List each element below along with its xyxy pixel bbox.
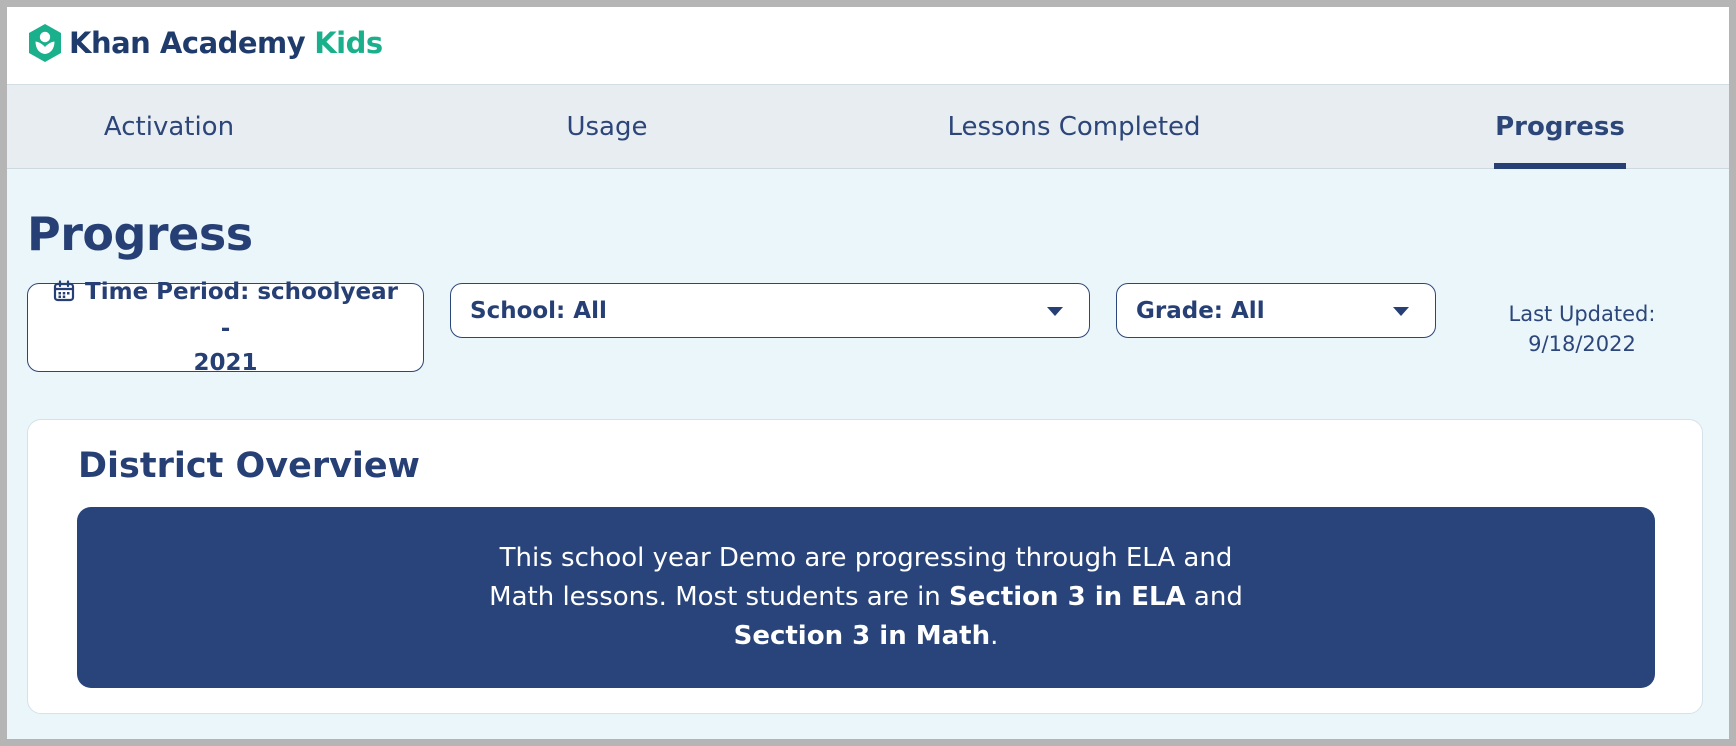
- grade-select-value: Grade: All: [1136, 297, 1265, 324]
- time-period-line1: Time Period: schoolyear -: [85, 279, 398, 342]
- tab-lessons-completed[interactable]: Lessons Completed: [939, 85, 1209, 169]
- time-period-filter[interactable]: Time Period: schoolyear - 2021: [27, 279, 424, 376]
- last-updated-date: 9/18/2022: [1528, 332, 1636, 356]
- time-period-label: Time Period: schoolyear - 2021: [48, 275, 403, 380]
- grade-select[interactable]: Grade: All: [1116, 283, 1436, 338]
- overview-summary-banner: This school year Demo are progressing th…: [77, 507, 1655, 688]
- report-tabs: Activation Usage Lessons Completed Progr…: [7, 85, 1729, 169]
- district-overview-card: District Overview This school year Demo …: [27, 419, 1703, 714]
- tab-progress[interactable]: Progress: [1494, 85, 1626, 169]
- calendar-icon: [53, 278, 75, 312]
- tab-usage-label: Usage: [566, 112, 648, 142]
- summary-text-part2: and: [1185, 582, 1243, 612]
- logo[interactable]: Khan Academy Kids: [27, 21, 383, 65]
- school-select-value: School: All: [470, 297, 607, 324]
- tab-activation-label: Activation: [103, 112, 235, 142]
- summary-ela-section: Section 3 in ELA: [949, 582, 1186, 612]
- khan-academy-kids-logo-icon: [27, 23, 63, 63]
- tab-usage[interactable]: Usage: [547, 85, 667, 169]
- page-title: Progress: [27, 207, 253, 261]
- top-bar: Khan Academy Kids: [7, 7, 1729, 85]
- summary-math-section: Section 3 in Math: [733, 621, 991, 651]
- last-updated-label: Last Updated:: [1508, 302, 1656, 326]
- tab-lessons-completed-label: Lessons Completed: [947, 112, 1201, 142]
- time-period-line2: 2021: [193, 350, 258, 376]
- overview-summary-text: This school year Demo are progressing th…: [476, 539, 1256, 656]
- district-overview-title: District Overview: [78, 446, 420, 486]
- caret-down-icon: [1393, 307, 1409, 316]
- app-window: Khan Academy Kids Activation Usage Lesso…: [7, 7, 1729, 739]
- tab-activation[interactable]: Activation: [99, 85, 239, 169]
- logo-brand-text: Khan Academy: [69, 26, 306, 60]
- school-select[interactable]: School: All: [450, 283, 1090, 338]
- last-updated: Last Updated: 9/18/2022: [1472, 299, 1692, 359]
- logo-kids-text: Kids: [314, 26, 383, 60]
- tab-progress-label: Progress: [1495, 112, 1625, 142]
- active-tab-indicator: [1494, 163, 1626, 169]
- caret-down-icon: [1047, 307, 1063, 316]
- summary-text-part3: .: [990, 621, 999, 651]
